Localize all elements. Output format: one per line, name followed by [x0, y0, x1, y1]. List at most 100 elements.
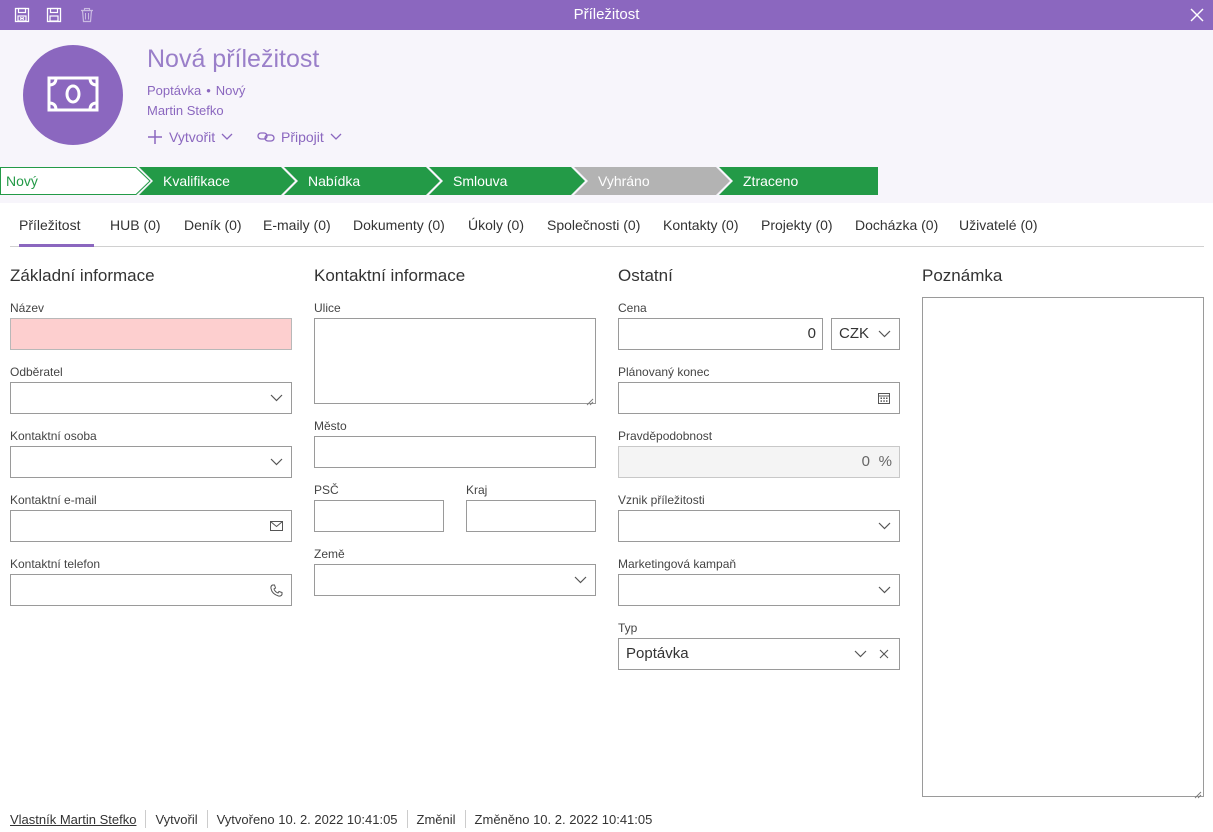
chevron-down-icon	[877, 583, 891, 597]
currency-select[interactable]: CZK	[831, 318, 900, 350]
tab-users[interactable]: Uživatelé (0)	[959, 217, 1038, 233]
footer-divider	[464, 810, 466, 828]
stage-qualification[interactable]: Kvalifikace	[147, 167, 230, 195]
stage-won[interactable]: Vyhráno	[582, 167, 650, 195]
name-input[interactable]	[10, 318, 292, 350]
calendar-icon[interactable]	[877, 391, 891, 405]
section-basic-title: Základní informace	[10, 266, 155, 285]
planned-end-label: Plánovaný konec	[618, 365, 710, 379]
footer-created-by: Vytvořil	[155, 811, 198, 827]
chevron-down-icon	[269, 391, 283, 405]
country-select[interactable]	[314, 564, 596, 596]
tab-emails[interactable]: E-maily (0)	[263, 217, 331, 233]
chevron-down-icon	[221, 133, 233, 141]
record-status: Nový	[215, 83, 246, 98]
record-owner[interactable]: Martin Stefko	[147, 103, 224, 118]
stage-contract[interactable]: Smlouva	[437, 167, 507, 195]
stage-offer[interactable]: Nabídka	[292, 167, 360, 195]
price-input[interactable]: 0	[618, 318, 823, 350]
region-input[interactable]	[466, 500, 596, 532]
connect-button[interactable]: Připojit	[257, 129, 342, 145]
tab-companies[interactable]: Společnosti (0)	[547, 217, 640, 233]
tab-bar: Příležitost HUB (0) Deník (0) E-maily (0…	[10, 203, 1204, 247]
active-tab-indicator	[19, 244, 94, 247]
region-label: Kraj	[466, 483, 488, 497]
section-other-title: Ostatní	[618, 266, 673, 285]
tab-opportunity[interactable]: Příležitost	[19, 217, 80, 233]
campaign-select[interactable]	[618, 574, 900, 606]
footer-changed: Změněno 10. 2. 2022 10:41:05	[474, 811, 653, 827]
phone-icon[interactable]	[269, 583, 283, 597]
contact-person-select[interactable]	[10, 446, 292, 478]
probability-unit: %	[878, 453, 892, 470]
street-textarea[interactable]	[314, 318, 596, 406]
chevron-down-icon	[330, 133, 342, 141]
price-label: Cena	[618, 301, 647, 315]
contact-phone-input[interactable]	[10, 574, 292, 606]
footer-divider	[406, 810, 408, 828]
create-label: Vytvořit	[169, 129, 216, 145]
section-contact-title: Kontaktní informace	[314, 266, 466, 285]
section-note-title: Poznámka	[922, 266, 1003, 285]
note-textarea[interactable]	[922, 297, 1204, 799]
probability-value: 0	[861, 453, 870, 470]
origin-label: Vznik příležitosti	[618, 493, 705, 507]
chevron-down-icon	[877, 519, 891, 533]
record-header: Nová příležitost Poptávka • Nový Martin St…	[0, 30, 1213, 203]
stage-lost[interactable]: Ztraceno	[727, 167, 798, 195]
money-icon	[47, 76, 99, 115]
tab-hub[interactable]: HUB (0)	[110, 217, 161, 233]
avatar	[23, 45, 123, 145]
zip-input[interactable]	[314, 500, 444, 532]
contact-email-label: Kontaktní e-mail	[10, 493, 97, 507]
footer-changed-by: Změnil	[416, 811, 456, 827]
stage-new[interactable]: Nový	[0, 167, 38, 195]
envelope-icon[interactable]	[269, 519, 283, 533]
currency-value: CZK	[839, 325, 869, 342]
tab-tasks[interactable]: Úkoly (0)	[468, 217, 524, 233]
stage-bar: Nový Kvalifikace Nabídka Smlouva Vyhráno…	[0, 167, 880, 195]
record-title: Nová příležitost	[147, 45, 320, 73]
type-value: Poptávka	[626, 645, 689, 662]
chevron-down-icon	[269, 455, 283, 469]
customer-select[interactable]	[10, 382, 292, 414]
customer-label: Odběratel	[10, 365, 63, 379]
tab-documents[interactable]: Dokumenty (0)	[353, 217, 445, 233]
zip-label: PSČ	[314, 483, 339, 497]
name-label: Název	[10, 301, 45, 315]
title-bar: Příležitost	[0, 0, 1213, 30]
type-select[interactable]: Poptávka	[618, 638, 900, 670]
tab-projects[interactable]: Projekty (0)	[761, 217, 833, 233]
contact-phone-label: Kontaktní telefon	[10, 557, 101, 571]
campaign-label: Marketingová kampaň	[618, 557, 737, 571]
create-button[interactable]: Vytvořit	[147, 129, 233, 145]
tab-contacts[interactable]: Kontakty (0)	[663, 217, 738, 233]
city-label: Město	[314, 419, 347, 433]
probability-label: Pravděpodobnost	[618, 429, 713, 443]
contact-person-label: Kontaktní osoba	[10, 429, 97, 443]
resize-handle-icon[interactable]	[1194, 787, 1202, 799]
chevron-down-icon	[573, 573, 587, 587]
connect-label: Připojit	[281, 129, 324, 145]
street-label: Ulice	[314, 301, 341, 315]
record-footer: Vlastník Martin Stefko Vytvořil Vytvořen…	[10, 810, 652, 828]
contact-email-input[interactable]	[10, 510, 292, 542]
close-icon[interactable]	[1187, 5, 1207, 25]
resize-handle-icon[interactable]	[586, 394, 594, 406]
clear-icon[interactable]	[877, 647, 891, 661]
type-label: Typ	[618, 621, 638, 635]
footer-created: Vytvořeno 10. 2. 2022 10:41:05	[216, 811, 398, 827]
window-title: Příležitost	[573, 6, 640, 23]
tab-journal[interactable]: Deník (0)	[184, 217, 242, 233]
country-label: Země	[314, 547, 345, 561]
planned-end-input[interactable]	[618, 382, 900, 414]
link-icon	[257, 130, 275, 144]
origin-select[interactable]	[618, 510, 900, 542]
city-input[interactable]	[314, 436, 596, 468]
plus-icon	[147, 129, 163, 145]
probability-input: 0 %	[618, 446, 900, 478]
price-value: 0	[807, 325, 816, 342]
footer-owner-link[interactable]: Vlastník Martin Stefko	[10, 812, 136, 827]
footer-divider	[145, 810, 147, 828]
tab-attendance[interactable]: Docházka (0)	[855, 217, 938, 233]
